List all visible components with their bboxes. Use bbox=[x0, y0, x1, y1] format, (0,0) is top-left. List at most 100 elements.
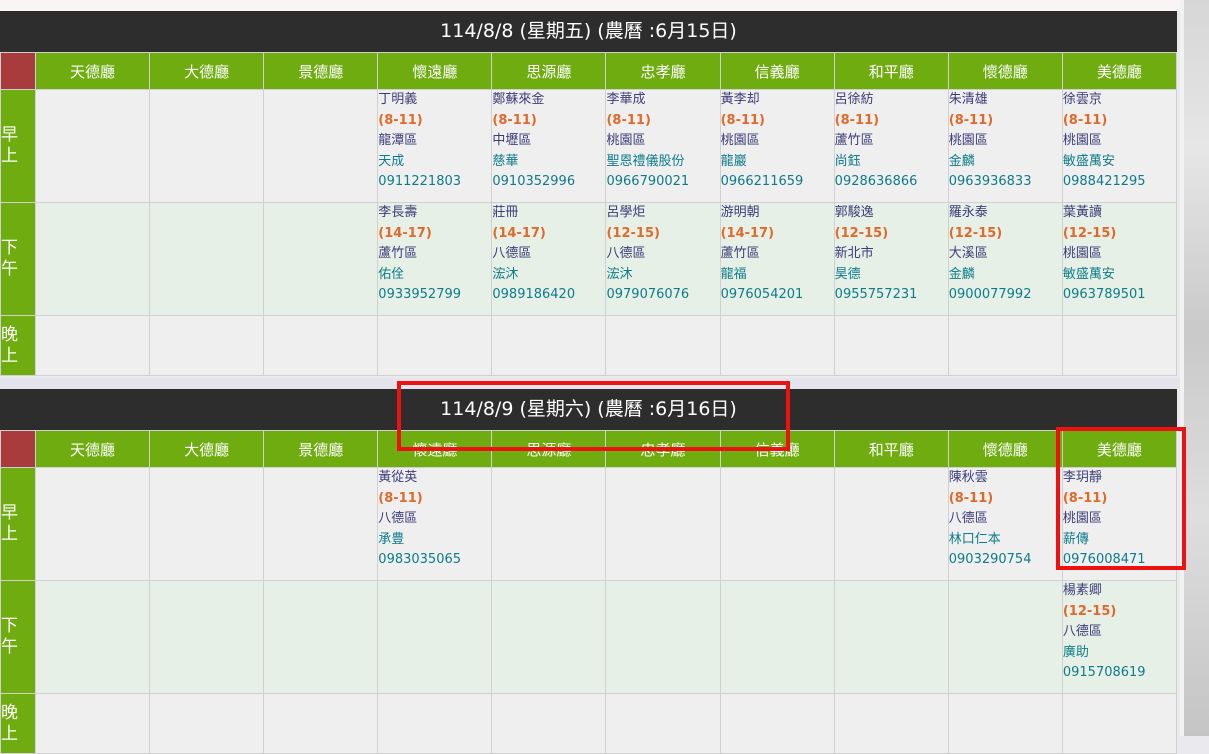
contact-phone[interactable]: 0928636866 bbox=[835, 172, 948, 193]
deceased-name[interactable]: 陳秋雲 bbox=[949, 468, 1062, 489]
schedule-cell bbox=[377, 580, 493, 694]
contact-phone[interactable]: 0900077992 bbox=[949, 285, 1062, 306]
district: 蘆竹區 bbox=[378, 246, 418, 261]
district: 八德區 bbox=[606, 246, 646, 261]
period-row: 下 午 楊素卿 (12-15) 八德區 廣助 0915708619 bbox=[0, 580, 1178, 694]
funeral-company[interactable]: 金麟 bbox=[949, 152, 1062, 173]
schedule-cell bbox=[833, 693, 949, 754]
time-slot: (8-11) bbox=[834, 112, 880, 128]
period-row: 晚 上 bbox=[0, 315, 1178, 376]
schedule-cell bbox=[491, 580, 607, 694]
schedule-cell bbox=[605, 467, 721, 581]
deceased-name[interactable]: 徐雲京 bbox=[1063, 90, 1176, 111]
hall-header: 忠孝廳 bbox=[605, 52, 721, 90]
deceased-name[interactable]: 葉黃讀 bbox=[1063, 203, 1176, 224]
deceased-name[interactable]: 呂學炬 bbox=[606, 203, 719, 224]
time-slot: (8-11) bbox=[378, 112, 423, 128]
time-slot: (8-11) bbox=[948, 112, 994, 128]
contact-phone[interactable]: 0983035065 bbox=[378, 550, 491, 571]
schedule-cell bbox=[35, 580, 151, 694]
contact-phone[interactable]: 0966211659 bbox=[721, 172, 834, 193]
schedule-cell bbox=[833, 580, 949, 694]
deceased-name[interactable]: 李玥靜 bbox=[1063, 468, 1176, 489]
schedule-cell bbox=[719, 580, 835, 694]
schedule-table: 天德廳 大德廳 景德廳 懷遠廳 思源廳 忠孝廳 信義廳 和平廳 懷德廳 美德廳早 上黃從英 (8-1… bbox=[0, 430, 1178, 754]
funeral-company[interactable]: 廣助 bbox=[1063, 643, 1176, 664]
funeral-company[interactable]: 敏盛萬安 bbox=[1063, 265, 1176, 286]
deceased-name[interactable]: 李長壽 bbox=[378, 203, 491, 224]
page-background-right bbox=[1180, 0, 1209, 736]
schedule-cell bbox=[263, 315, 379, 376]
time-slot: (14-17) bbox=[378, 225, 432, 241]
contact-phone[interactable]: 0976054201 bbox=[721, 285, 834, 306]
contact-phone[interactable]: 0988421295 bbox=[1063, 172, 1176, 193]
funeral-company[interactable]: 龍福 bbox=[721, 265, 834, 286]
contact-phone[interactable]: 0933952799 bbox=[378, 285, 491, 306]
deceased-name[interactable]: 郭駿逸 bbox=[835, 203, 948, 224]
schedule-cell bbox=[263, 467, 379, 581]
hall-header: 忠孝廳 bbox=[605, 430, 721, 468]
schedule-cell: 李華成 (8-11) 桃園區 聖恩禮儀股份 0966790021 bbox=[605, 89, 721, 203]
deceased-name[interactable]: 朱清雄 bbox=[949, 90, 1062, 111]
time-slot: (8-11) bbox=[606, 112, 651, 128]
contact-phone[interactable]: 0903290754 bbox=[949, 550, 1062, 571]
funeral-company[interactable]: 聖恩禮儀股份 bbox=[606, 152, 719, 173]
hall-header: 天德廳 bbox=[35, 430, 151, 468]
contact-phone[interactable]: 0989186420 bbox=[492, 285, 605, 306]
schedule-cell: 黃從英 (8-11) 八德區 承豊 0983035065 bbox=[377, 467, 493, 581]
funeral-company[interactable]: 慈華 bbox=[492, 152, 605, 173]
deceased-name[interactable]: 呂徐紡 bbox=[835, 90, 948, 111]
deceased-name[interactable]: 鄭蘇來金 bbox=[492, 90, 605, 111]
period-label: 晚 上 bbox=[0, 693, 37, 754]
funeral-company[interactable]: 敏盛萬安 bbox=[1063, 152, 1176, 173]
deceased-name[interactable]: 丁明義 bbox=[378, 90, 491, 111]
funeral-company[interactable]: 龍巖 bbox=[721, 152, 834, 173]
contact-phone[interactable]: 0963936833 bbox=[949, 172, 1062, 193]
deceased-name[interactable]: 黃李却 bbox=[721, 90, 834, 111]
contact-phone[interactable]: 0979076076 bbox=[606, 285, 719, 306]
district: 桃園區 bbox=[1062, 511, 1102, 526]
date-header: 114/8/8 (星期五) (農曆 :6月15日) bbox=[0, 11, 1177, 52]
schedule-cell: 黃李却 (8-11) 桃園區 龍巖 0966211659 bbox=[719, 89, 835, 203]
deceased-name[interactable]: 李華成 bbox=[606, 90, 719, 111]
hall-header: 天德廳 bbox=[35, 52, 151, 90]
funeral-company[interactable]: 佑佺 bbox=[378, 265, 491, 286]
period-label: 下 午 bbox=[0, 202, 37, 316]
hall-header: 和平廳 bbox=[833, 52, 949, 90]
district: 八德區 bbox=[1062, 624, 1102, 639]
funeral-company[interactable]: 林口仁本 bbox=[949, 530, 1062, 551]
time-slot: (12-15) bbox=[606, 225, 660, 241]
schedule-cell bbox=[263, 89, 379, 203]
funeral-company[interactable]: 天成 bbox=[378, 152, 491, 173]
hall-header: 思源廳 bbox=[491, 52, 607, 90]
funeral-company[interactable]: 薪傳 bbox=[1063, 530, 1176, 551]
schedule-cell: 朱清雄 (8-11) 桃園區 金麟 0963936833 bbox=[947, 89, 1063, 203]
hall-header: 懷遠廳 bbox=[377, 430, 493, 468]
contact-phone[interactable]: 0955757231 bbox=[835, 285, 948, 306]
contact-phone[interactable]: 0911221803 bbox=[378, 172, 491, 193]
schedule-cell bbox=[149, 89, 265, 203]
funeral-company[interactable]: 金麟 bbox=[949, 265, 1062, 286]
funeral-company[interactable]: 浤沐 bbox=[492, 265, 605, 286]
schedule-cell bbox=[833, 467, 949, 581]
schedule-cell bbox=[149, 580, 265, 694]
contact-phone[interactable]: 0915708619 bbox=[1063, 663, 1176, 684]
deceased-name[interactable]: 黃從英 bbox=[378, 468, 491, 489]
contact-phone[interactable]: 0966790021 bbox=[606, 172, 719, 193]
funeral-company[interactable]: 浤沐 bbox=[606, 265, 719, 286]
deceased-name[interactable]: 游明朝 bbox=[721, 203, 834, 224]
contact-phone[interactable]: 0910352996 bbox=[492, 172, 605, 193]
schedule-cell: 鄭蘇來金 (8-11) 中壢區 慈華 0910352996 bbox=[491, 89, 607, 203]
deceased-name[interactable]: 楊素卿 bbox=[1063, 581, 1176, 602]
district: 蘆竹區 bbox=[834, 133, 874, 148]
funeral-company[interactable]: 昊德 bbox=[835, 265, 948, 286]
hall-header: 和平廳 bbox=[833, 430, 949, 468]
funeral-company[interactable]: 承豊 bbox=[378, 530, 491, 551]
contact-phone[interactable]: 0963789501 bbox=[1063, 285, 1176, 306]
deceased-name[interactable]: 莊冊 bbox=[492, 203, 605, 224]
funeral-company[interactable]: 尚鈺 bbox=[835, 152, 948, 173]
hall-header: 懷遠廳 bbox=[377, 52, 493, 90]
deceased-name[interactable]: 羅永泰 bbox=[949, 203, 1062, 224]
contact-phone[interactable]: 0976008471 bbox=[1063, 550, 1176, 571]
district: 大溪區 bbox=[948, 246, 988, 261]
